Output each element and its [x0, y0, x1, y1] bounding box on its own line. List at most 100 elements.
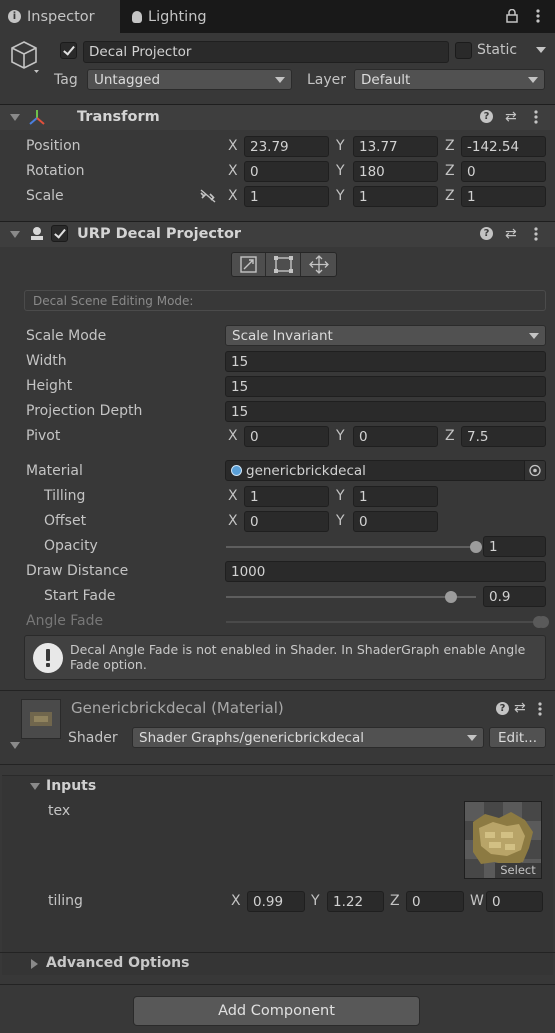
axis-z-label[interactable]: Z: [445, 428, 455, 444]
axis-z-label[interactable]: Z: [390, 893, 400, 909]
position-y-input[interactable]: 13.77: [353, 136, 438, 157]
transform-icon: [28, 109, 46, 131]
opacity-slider-track[interactable]: [226, 546, 476, 548]
transform-header[interactable]: Transform ? ⇄: [0, 104, 555, 130]
start-fade-input[interactable]: 0.9: [483, 586, 546, 607]
advanced-options-label: Advanced Options: [46, 955, 190, 971]
axis-x-label[interactable]: X: [228, 428, 238, 444]
axis-w-label[interactable]: W: [470, 893, 484, 909]
axis-y-label[interactable]: Y: [336, 428, 345, 444]
position-z-input[interactable]: -142.54: [461, 136, 546, 157]
advanced-options-row[interactable]: Advanced Options: [2, 953, 553, 975]
width-input[interactable]: 15: [225, 351, 546, 372]
start-fade-slider-knob[interactable]: [445, 591, 457, 603]
edit-bounds-button[interactable]: [267, 253, 301, 276]
start-fade-slider-track[interactable]: [226, 596, 476, 598]
tiling-y-input[interactable]: 1.22: [327, 891, 384, 912]
kebab-menu-icon[interactable]: [538, 702, 542, 720]
axis-x-label[interactable]: X: [228, 188, 238, 204]
lock-icon[interactable]: [506, 8, 518, 26]
opacity-input[interactable]: 1: [483, 536, 546, 557]
shader-dropdown[interactable]: Shader Graphs/genericbrickdecal: [132, 727, 484, 748]
scale-z-input[interactable]: 1: [461, 186, 546, 207]
tiling-w-input[interactable]: 0: [486, 891, 543, 912]
static-dropdown-icon[interactable]: [536, 47, 546, 53]
gameobject-icon[interactable]: [10, 40, 46, 80]
presets-icon[interactable]: ⇄: [505, 226, 517, 242]
tab-bar: i Inspector Lighting: [0, 0, 555, 33]
material-foldout-icon[interactable]: [10, 742, 20, 749]
layer-dropdown[interactable]: Default: [354, 69, 545, 90]
active-checkbox[interactable]: [60, 42, 77, 59]
pivot-x-input[interactable]: 0: [244, 426, 329, 447]
axis-y-label[interactable]: Y: [336, 138, 345, 154]
axis-y-label[interactable]: Y: [336, 488, 345, 504]
axis-z-label[interactable]: Z: [445, 163, 455, 179]
rotation-y-input[interactable]: 180: [353, 161, 438, 182]
help-icon[interactable]: ?: [496, 702, 509, 715]
offset-y-input[interactable]: 0: [353, 511, 438, 532]
position-label: Position: [26, 138, 81, 154]
foldout-icon[interactable]: [10, 114, 20, 121]
material-label: Material: [26, 463, 83, 479]
axis-x-label[interactable]: X: [231, 893, 241, 909]
axis-y-label[interactable]: Y: [336, 513, 345, 529]
draw-distance-input[interactable]: 1000: [225, 561, 546, 582]
axis-z-label[interactable]: Z: [445, 188, 455, 204]
pivot-z-input[interactable]: 7.5: [461, 426, 546, 447]
scale-y-input[interactable]: 1: [353, 186, 438, 207]
offset-x-input[interactable]: 0: [244, 511, 329, 532]
axis-y-label[interactable]: Y: [336, 188, 345, 204]
opacity-slider-knob[interactable]: [470, 541, 482, 553]
tag-dropdown[interactable]: Untagged: [87, 69, 292, 90]
kebab-menu-icon[interactable]: [536, 9, 540, 26]
divider: [0, 690, 555, 691]
texture-select-button[interactable]: Select: [495, 863, 541, 878]
projection-depth-input[interactable]: 15: [225, 401, 546, 422]
object-picker-icon[interactable]: [524, 461, 545, 480]
edit-scale-button[interactable]: [232, 253, 266, 276]
foldout-icon[interactable]: [10, 231, 20, 238]
kebab-menu-icon[interactable]: [534, 110, 538, 128]
presets-icon[interactable]: ⇄: [514, 700, 526, 716]
decal-enabled-checkbox[interactable]: [51, 225, 68, 242]
material-value: genericbrickdecal: [246, 463, 366, 479]
scale-mode-value: Scale Invariant: [232, 328, 333, 344]
edit-pivot-button[interactable]: [302, 253, 336, 276]
axis-x-label[interactable]: X: [228, 163, 238, 179]
texture-slot[interactable]: Select: [464, 801, 542, 879]
object-name-input[interactable]: Decal Projector: [83, 41, 449, 63]
tiling-x-input[interactable]: 0.99: [247, 891, 305, 912]
presets-icon[interactable]: ⇄: [505, 109, 517, 125]
scale-x-input[interactable]: 1: [244, 186, 329, 207]
tab-inspector[interactable]: i Inspector: [0, 0, 120, 33]
help-icon[interactable]: ?: [480, 227, 493, 240]
pivot-y-input[interactable]: 0: [353, 426, 438, 447]
static-checkbox[interactable]: [455, 42, 472, 59]
tilling-x-input[interactable]: 1: [244, 486, 329, 507]
add-component-button[interactable]: Add Component: [133, 996, 420, 1026]
warning-icon: [32, 642, 64, 678]
axis-x-label[interactable]: X: [228, 138, 238, 154]
axis-x-label[interactable]: X: [228, 488, 238, 504]
decal-projector-header[interactable]: URP Decal Projector ? ⇄: [0, 221, 555, 247]
rotation-x-input[interactable]: 0: [244, 161, 329, 182]
inputs-foldout-icon[interactable]: [30, 783, 40, 790]
position-x-input[interactable]: 23.79: [244, 136, 329, 157]
help-icon[interactable]: ?: [480, 110, 493, 123]
axis-z-label[interactable]: Z: [445, 138, 455, 154]
tilling-y-input[interactable]: 1: [353, 486, 438, 507]
scale-mode-dropdown[interactable]: Scale Invariant: [225, 325, 546, 346]
material-object-field[interactable]: genericbrickdecal: [225, 460, 546, 481]
tiling-z-input[interactable]: 0: [406, 891, 464, 912]
axis-x-label[interactable]: X: [228, 513, 238, 529]
axis-y-label[interactable]: Y: [311, 893, 320, 909]
kebab-menu-icon[interactable]: [534, 227, 538, 245]
advanced-foldout-icon[interactable]: [31, 959, 38, 969]
axis-y-label[interactable]: Y: [336, 163, 345, 179]
rotation-z-input[interactable]: 0: [461, 161, 546, 182]
shader-edit-button[interactable]: Edit...: [489, 727, 546, 748]
height-input[interactable]: 15: [225, 376, 546, 397]
tab-lighting[interactable]: Lighting: [124, 0, 244, 33]
unlinked-scale-icon[interactable]: [199, 189, 217, 207]
